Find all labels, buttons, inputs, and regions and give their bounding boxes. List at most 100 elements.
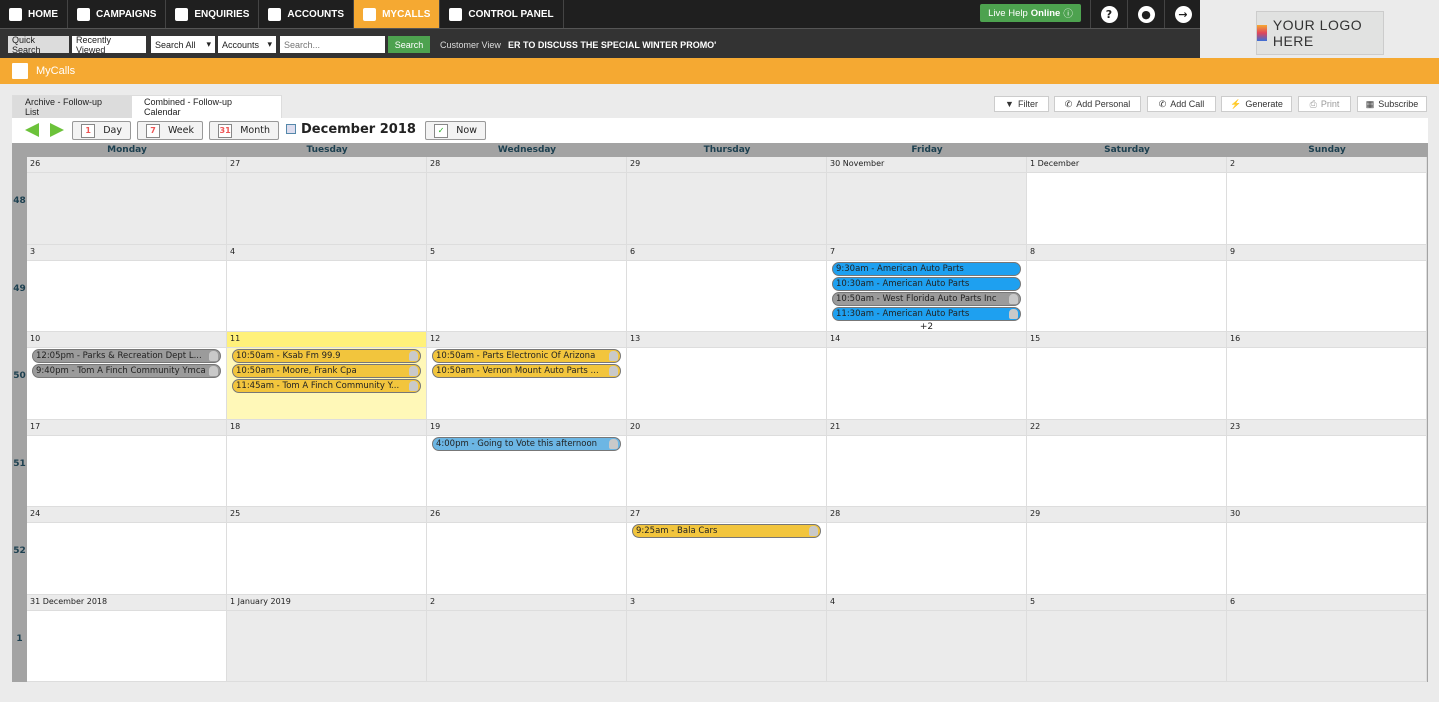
day-cell[interactable]: 10 12:05pm - Parks & Recreation Dept L...… [27,332,227,420]
day-cell[interactable]: 15 [1027,332,1227,420]
day-cell[interactable]: 6 [627,245,827,332]
day-cell[interactable]: 26 [427,507,627,595]
day-cell[interactable]: 24 [27,507,227,595]
day-cell[interactable]: 25 [227,507,427,595]
day-cell[interactable]: 3 [27,245,227,332]
month-view-button[interactable]: 31 Month [209,121,279,140]
help-button[interactable]: ? [1090,0,1127,28]
day-cell[interactable]: 6 [1227,595,1427,682]
day-cell[interactable]: 3 [627,595,827,682]
day-cell[interactable]: 30 November [827,157,1027,245]
day-cell[interactable]: 26 [27,157,227,245]
generate-button[interactable]: ⚡ Generate [1221,96,1292,112]
day-cell[interactable]: 7 9:30am - American Auto Parts 10:30am - A… [827,245,1027,332]
day-cell[interactable]: 23 [1227,420,1427,507]
nav-home[interactable]: HOME [0,0,68,28]
day-cell[interactable]: 4 [227,245,427,332]
day-cell[interactable]: 18 [227,420,427,507]
filter-button[interactable]: ▼ Filter [994,96,1049,112]
day-cell[interactable]: 29 [627,157,827,245]
search-scope-select[interactable]: Search All ▾ [151,36,215,53]
day-cell[interactable]: 5 [427,245,627,332]
print-button[interactable]: ⎙ Print [1298,96,1351,112]
calendar-event[interactable]: 10:50am - West Florida Auto Parts Inc [832,292,1021,306]
day-cell[interactable]: 17 [27,420,227,507]
print-label: Print [1320,99,1340,109]
nav-accounts[interactable]: ACCOUNTS [259,0,355,28]
tab-archive-follow-up-list[interactable]: Archive - Follow-up List [12,95,131,118]
calendar-event[interactable]: 9:40pm - Tom A Finch Community Ymca [32,364,221,378]
search-type-select[interactable]: Accounts ▾ [218,36,276,53]
weekday-friday: Friday [911,145,943,155]
day-cell[interactable]: 11 10:50am - Ksab Fm 99.9 10:50am - Moore,… [227,332,427,420]
day-cell[interactable]: 5 [1027,595,1227,682]
live-help-button[interactable]: Live Help Online ⓘ [980,4,1081,22]
calendar-event[interactable]: 10:30am - American Auto Parts [832,277,1021,291]
day-view-button[interactable]: 1 Day [72,121,131,140]
event-label: 11:30am - American Auto Parts [836,309,970,319]
day-cell[interactable]: 2 [1227,157,1427,245]
nav-mycalls[interactable]: MYCALLS [354,0,441,28]
day-cell[interactable]: 14 [827,332,1027,420]
calendar-event[interactable]: 11:30am - American Auto Parts [832,307,1021,321]
week-row: 49 3 4 5 6 7 9:30am - American Auto Parts 10:30… [12,245,1428,332]
search-input[interactable] [280,36,385,53]
calendar-event[interactable]: 10:50am - Vernon Mount Auto Parts ... [432,364,621,378]
day-cell[interactable]: 13 [627,332,827,420]
day-number: 12 [427,332,626,348]
tab-combined-follow-up-calendar[interactable]: Combined - Follow-up Calendar [131,95,282,118]
day-cell[interactable]: 21 [827,420,1027,507]
profile-button[interactable]: ● [1127,0,1164,28]
day-cell[interactable]: 9 [1227,245,1427,332]
calendar-event[interactable]: 10:50am - Moore, Frank Cpa [232,364,421,378]
recently-viewed-tab[interactable]: Recently Viewed [72,35,146,55]
day-cell[interactable]: 2 [427,595,627,682]
day-cell[interactable]: 28 [427,157,627,245]
more-events-link[interactable]: +2 [827,322,1026,332]
day-cell[interactable]: 20 [627,420,827,507]
week-number: 49 [13,283,26,294]
day-cell[interactable]: 16 [1227,332,1427,420]
day-cell[interactable]: 29 [1027,507,1227,595]
day-cell[interactable]: 28 [827,507,1027,595]
person-icon [1009,309,1018,319]
day-cell[interactable]: 12 10:50am - Parts Electronic Of Arizona 1… [427,332,627,420]
calendar-event[interactable]: 10:50am - Ksab Fm 99.9 [232,349,421,363]
calendar-event[interactable]: 12:05pm - Parks & Recreation Dept L... [32,349,221,363]
add-call-button[interactable]: ✆ Add Call [1147,96,1216,112]
now-button[interactable]: ✓ Now [425,121,486,140]
logout-button[interactable]: → [1164,0,1201,28]
nav-enquiries[interactable]: ENQUIRIES [166,0,260,28]
quick-search-tab[interactable]: Quick Search [8,35,69,55]
chevron-down-icon: ▾ [267,39,272,49]
person-icon [209,351,218,361]
subscribe-button[interactable]: ▦ Subscribe [1357,96,1427,112]
day-cell[interactable]: 27 [227,157,427,245]
day-cell[interactable]: 1 January 2019 [227,595,427,682]
day-cell[interactable]: 1 December [1027,157,1227,245]
day-cell[interactable]: 22 [1027,420,1227,507]
search-button[interactable]: Search [388,36,430,53]
calendar-event[interactable]: 10:50am - Parts Electronic Of Arizona [432,349,621,363]
calendar-event[interactable]: 9:30am - American Auto Parts [832,262,1021,276]
day-cell[interactable]: 4 [827,595,1027,682]
previous-arrow-icon[interactable] [25,123,39,137]
week-view-button[interactable]: 7 Week [137,121,203,140]
day-cell[interactable]: 19 4:00pm - Going to Vote this afternoon [427,420,627,507]
calendar-event[interactable]: 4:00pm - Going to Vote this afternoon [432,437,621,451]
nav-control-panel[interactable]: CONTROL PANEL [440,0,564,28]
home-icon [9,7,22,21]
nav-campaigns[interactable]: CAMPAIGNS [68,0,167,28]
add-personal-button[interactable]: ✆ Add Personal [1054,96,1141,112]
day-cell[interactable]: 27 9:25am - Bala Cars [627,507,827,595]
customer-view-link[interactable]: Customer View [436,36,505,53]
person-icon [609,439,618,449]
calendar-check-icon: ✓ [434,123,449,138]
next-arrow-icon[interactable] [50,123,64,137]
calendar-event[interactable]: 11:45am - Tom A Finch Community Y... [232,379,421,393]
day-cell[interactable]: 30 [1227,507,1427,595]
day-number: 27 [627,507,826,523]
calendar-event[interactable]: 9:25am - Bala Cars [632,524,821,538]
day-cell[interactable]: 31 December 2018 [27,595,227,682]
day-cell[interactable]: 8 [1027,245,1227,332]
